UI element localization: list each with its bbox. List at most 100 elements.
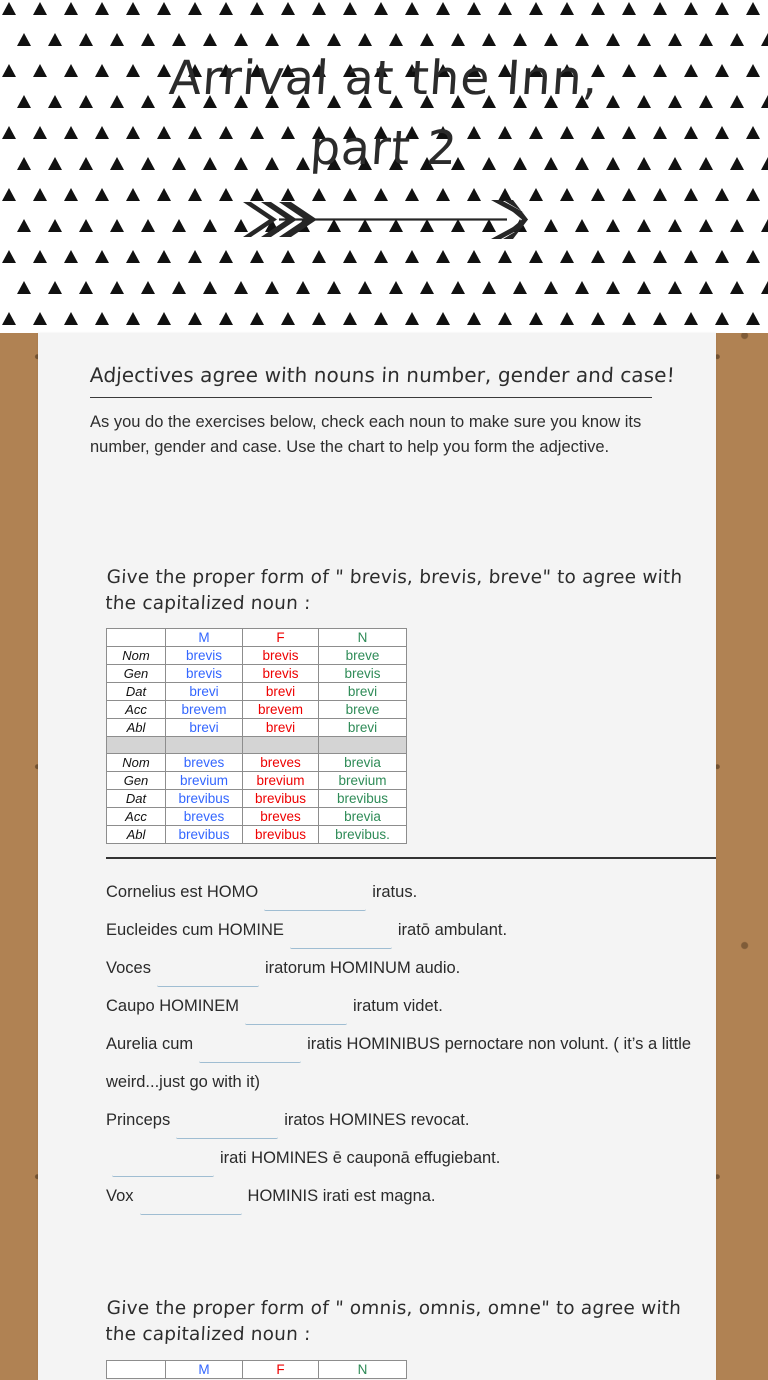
table-row: Dat brevi brevi brevi: [106, 682, 407, 701]
exercise-text-before: Cornelius est HOMO: [106, 883, 259, 901]
table-row: Abl brevibus brevibus brevibus.: [106, 825, 407, 844]
form-masculine: breves: [165, 807, 243, 826]
case-label: Dat: [106, 789, 166, 808]
section2-prompt: Give the proper form of " omnis, omnis, …: [104, 1298, 682, 1345]
exercise-text-after: iratō ambulant.: [397, 921, 508, 939]
exercise-item: Cornelius est HOMO iratus.: [106, 873, 716, 911]
worksheet-card: Adjectives agree with nouns in number, g…: [38, 333, 716, 1380]
form-feminine: brevium: [242, 771, 319, 790]
table-row: Dat brevibus brevibus brevibus: [106, 789, 407, 808]
exercise-item: irati HOMINES ē cauponā effugiebant.: [106, 1139, 716, 1177]
answer-blank-8[interactable]: [139, 1190, 242, 1215]
case-label: Nom: [106, 753, 166, 772]
form-feminine: brevis: [242, 664, 319, 683]
form-masculine: brevibus: [165, 825, 243, 844]
table-spacer-row: [106, 736, 407, 754]
form-neuter: breve: [318, 646, 407, 665]
exercise-text-before: Princeps: [106, 1111, 171, 1129]
table-header-neuter: N: [318, 628, 407, 647]
case-label: Acc: [106, 807, 166, 826]
form-masculine: brevis: [165, 646, 243, 665]
table-header-blank: [106, 1360, 166, 1379]
exercise-item: Eucleides cum HOMINE iratō ambulant.: [106, 911, 716, 949]
singular-rows: Nom brevis brevis breve Gen brevis brevis brev…: [106, 646, 407, 844]
form-feminine: brevi: [242, 682, 319, 701]
form-masculine: brevis: [165, 664, 243, 683]
form-feminine: breves: [242, 807, 319, 826]
answer-blank-1[interactable]: [264, 886, 367, 911]
exercise-item: Vox HOMINIS irati est magna.: [106, 1177, 716, 1215]
case-label: Acc: [106, 700, 166, 719]
table-row: Acc brevem brevem breve: [106, 700, 407, 719]
form-masculine: brevi: [165, 718, 243, 737]
callout-divider: [90, 397, 652, 398]
exercise-text-after: iratis HOMINIBUS pernoctare non volunt. …: [106, 1035, 696, 1091]
table-header-masculine: M: [165, 628, 243, 647]
case-label: Gen: [106, 664, 166, 683]
exercise-text-before: Voces: [106, 959, 151, 977]
table-header-blank: [106, 628, 166, 647]
callout-box: Adjectives agree with nouns in number, g…: [68, 333, 686, 460]
answer-blank-6[interactable]: [176, 1114, 279, 1139]
long-arrow-right-icon: [0, 196, 768, 249]
exercise-text-before: Aurelia cum: [106, 1035, 194, 1053]
spacer-cell: [242, 736, 319, 754]
form-neuter: brevibus.: [318, 825, 407, 844]
form-masculine: breves: [165, 753, 243, 772]
form-feminine: brevis: [242, 646, 319, 665]
answer-blank-7[interactable]: [112, 1152, 214, 1177]
table-row: Nom breves breves brevia: [106, 753, 407, 772]
header-banner: Arrival at the Inn, part 2: [0, 0, 768, 333]
form-feminine: brevem: [242, 700, 319, 719]
form-neuter: brevia: [318, 753, 407, 772]
table-row: Gen brevium brevium brevium: [106, 771, 407, 790]
form-neuter: brevi: [318, 718, 407, 737]
table-row: Gen brevis brevis brevis: [106, 664, 407, 683]
exercise-text-before: Eucleides cum HOMINE: [106, 921, 284, 939]
table-row: Nom brevis brevis breve: [106, 646, 407, 665]
form-feminine: brevi: [242, 718, 319, 737]
exercise-text-after: iratus.: [372, 883, 418, 901]
exercise-item: Aurelia cum iratis HOMINIBUS pernoctare n…: [106, 1025, 716, 1101]
table-header-neuter: N: [318, 1360, 407, 1379]
form-masculine: brevem: [165, 700, 243, 719]
spacer-cell: [318, 736, 407, 754]
answer-blank-5[interactable]: [199, 1038, 302, 1063]
brevis-declension-table: M F N Nom brevis brevis breve Gen brevis brev…: [106, 628, 407, 844]
form-neuter: brevis: [318, 664, 407, 683]
answer-blank-4[interactable]: [244, 1000, 347, 1025]
form-masculine: brevibus: [165, 789, 243, 808]
form-neuter: brevium: [318, 771, 407, 790]
table-header-feminine: F: [242, 628, 319, 647]
form-feminine: brevibus: [242, 789, 319, 808]
exercise-text-after: iratos HOMINES revocat.: [284, 1111, 470, 1129]
table-row: Acc breves breves brevia: [106, 807, 407, 826]
exercise-text-after: HOMINIS irati est magna.: [247, 1187, 436, 1205]
omnis-declension-table: M F N: [106, 1360, 407, 1379]
form-feminine: breves: [242, 753, 319, 772]
form-feminine: brevibus: [242, 825, 319, 844]
spacer-cell: [165, 736, 243, 754]
exercise-text-before: Vox: [106, 1187, 134, 1205]
title-line-1: Arrival at the Inn,: [167, 51, 601, 106]
case-label: Dat: [106, 682, 166, 701]
exercise-text-after: iratum videt.: [352, 997, 443, 1015]
table-header-feminine: F: [242, 1360, 319, 1379]
exercise-text-after: irati HOMINES ē cauponā effugiebant.: [220, 1149, 501, 1167]
form-neuter: brevi: [318, 682, 407, 701]
callout-heading: Adjectives agree with nouns in number, g…: [89, 363, 676, 387]
exercise-item: Princeps iratos HOMINES revocat.: [106, 1101, 716, 1139]
table-header-masculine: M: [165, 1360, 243, 1379]
title-line-2: part 2: [308, 121, 460, 176]
spacer-cell: [106, 736, 166, 754]
form-masculine: brevium: [165, 771, 243, 790]
case-label: Nom: [106, 646, 166, 665]
case-label: Gen: [106, 771, 166, 790]
answer-blank-2[interactable]: [289, 924, 392, 949]
form-neuter: brevia: [318, 807, 407, 826]
table-row: Abl brevi brevi brevi: [106, 718, 407, 737]
page-title: Arrival at the Inn, part 2: [0, 44, 768, 184]
answer-blank-3[interactable]: [156, 962, 259, 987]
case-label: Abl: [106, 825, 166, 844]
exercise-item: Voces iratorum HOMINUM audio.: [106, 949, 716, 987]
